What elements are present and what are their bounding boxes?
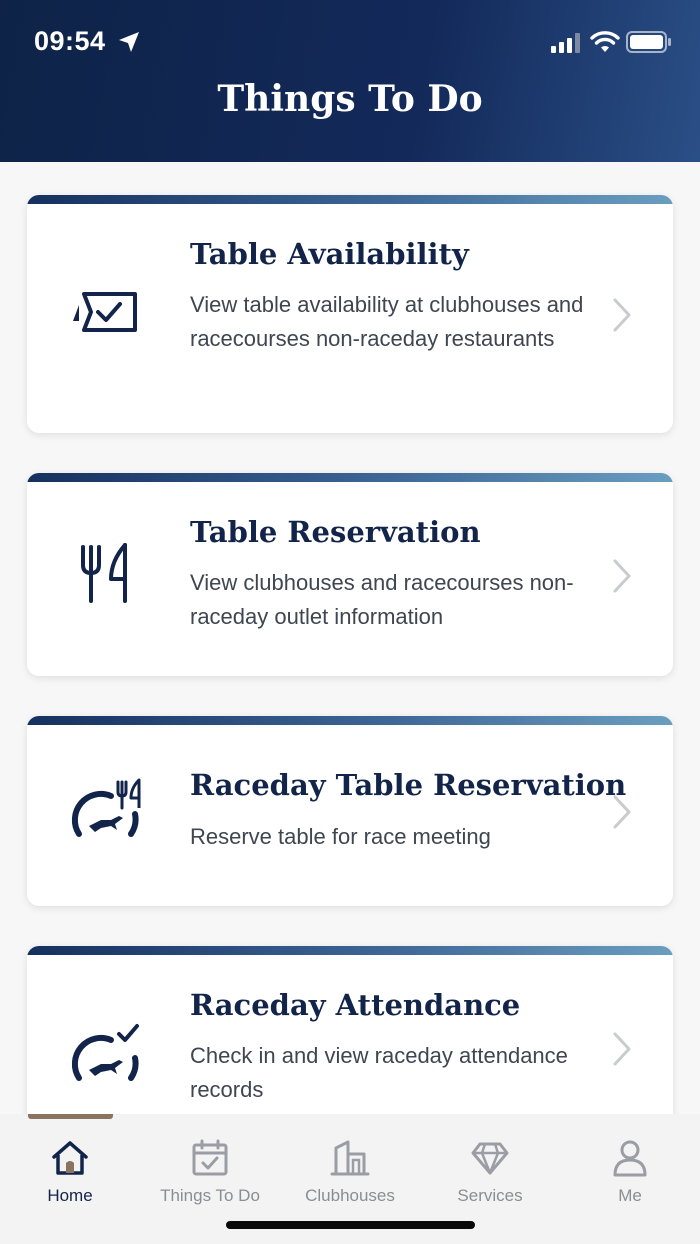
tab-clubhouses[interactable]: Clubhouses — [280, 1138, 420, 1208]
chevron-right-icon — [613, 1032, 631, 1066]
tab-home[interactable]: Home — [0, 1138, 140, 1208]
home-icon — [52, 1141, 88, 1175]
tab-label: Things To Do — [160, 1186, 260, 1205]
header: 09:54 Things To Do — [0, 0, 700, 162]
fork-knife-icon — [81, 543, 127, 603]
card-description: View clubhouses and racecourses non-race… — [190, 570, 574, 629]
battery-icon — [626, 31, 671, 53]
card-accent-bar — [27, 946, 673, 955]
card-title: Table Reservation — [190, 515, 481, 549]
card-accent-bar — [27, 716, 673, 725]
raceday-table-reservation-card[interactable]: Raceday Table Reservation Reserve table … — [27, 716, 673, 906]
table-availability-card[interactable]: Table Availability View table availabili… — [27, 195, 673, 433]
card-description: Check in and view raceday attendance rec… — [190, 1043, 568, 1102]
table-check-icon — [73, 292, 137, 332]
tab-label: Clubhouses — [305, 1186, 395, 1205]
things-to-do-list[interactable]: Table Availability View table availabili… — [0, 162, 700, 1114]
raceday-dining-icon — [71, 778, 141, 837]
chevron-right-icon — [613, 795, 631, 829]
active-tab-indicator — [28, 1114, 113, 1119]
tab-label: Home — [47, 1186, 93, 1205]
card-title: Table Availability — [190, 237, 469, 271]
card-accent-bar — [27, 473, 673, 482]
cellular-signal-icon — [551, 33, 580, 53]
home-indicator[interactable] — [226, 1221, 475, 1229]
tab-things-to-do[interactable]: Things To Do — [140, 1138, 280, 1208]
wifi-icon — [590, 31, 620, 52]
table-reservation-card[interactable]: Table Reservation View clubhouses and ra… — [27, 473, 673, 676]
tab-services[interactable]: Services — [420, 1138, 560, 1208]
chevron-right-icon — [613, 298, 631, 332]
person-icon — [613, 1140, 647, 1177]
building-icon — [330, 1140, 370, 1176]
card-description: Reserve table for race meeting — [190, 824, 491, 849]
page-title: Things To Do — [217, 78, 483, 120]
status-time: 09:54 — [34, 26, 106, 56]
tab-label: Me — [618, 1186, 642, 1205]
raceday-attendance-card[interactable]: Raceday Attendance Check in and view rac… — [27, 946, 673, 1114]
raceday-check-icon — [71, 1024, 139, 1081]
diamond-icon — [471, 1142, 509, 1175]
calendar-check-icon — [192, 1139, 228, 1176]
card-description: View table availability at clubhouses an… — [190, 292, 584, 351]
chevron-right-icon — [613, 559, 631, 593]
card-title: Raceday Table Reservation — [190, 768, 627, 802]
card-accent-bar — [27, 195, 673, 204]
card-title: Raceday Attendance — [190, 988, 521, 1022]
tab-label: Services — [457, 1186, 523, 1205]
location-arrow-icon — [119, 32, 139, 52]
tab-me[interactable]: Me — [560, 1138, 700, 1208]
